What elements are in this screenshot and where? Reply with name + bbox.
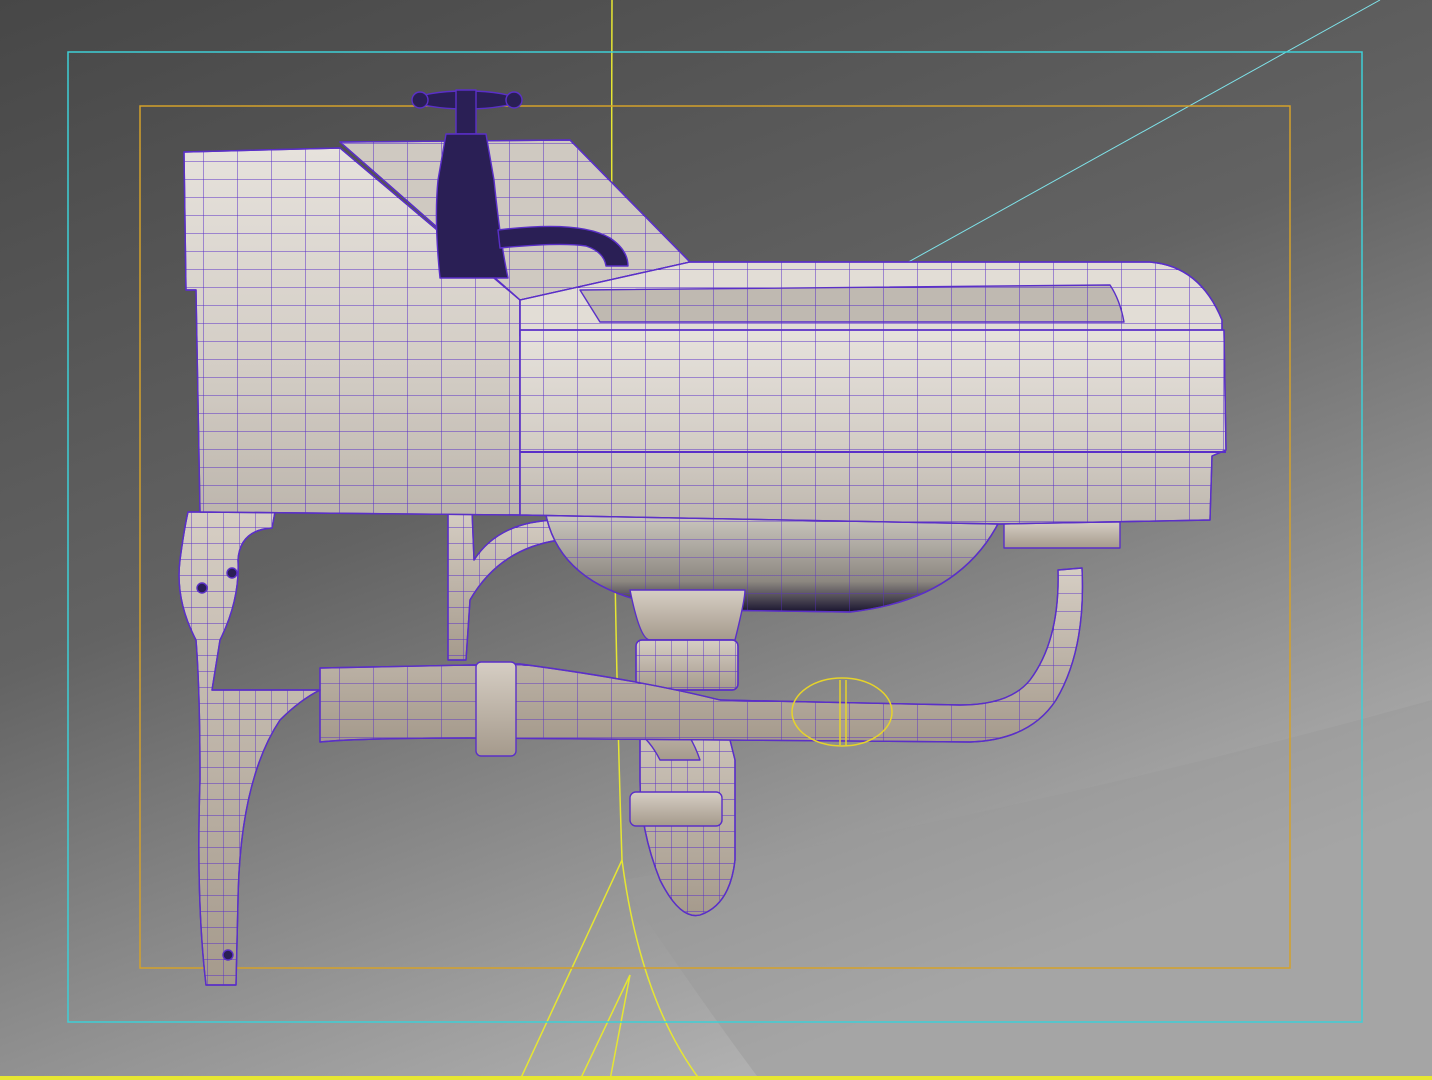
bracket-screw-hole — [196, 582, 208, 594]
p-trap-coupling[interactable] — [629, 791, 723, 827]
drain-tailpiece[interactable] — [629, 589, 746, 641]
pipe-wall-flange[interactable] — [1003, 521, 1121, 549]
viewport-canvas[interactable] — [0, 0, 1432, 1080]
bracket-screw-hole — [222, 949, 234, 961]
3d-viewport[interactable] — [0, 0, 1432, 1080]
bracket-screw-hole — [226, 567, 238, 579]
pipe-clamp[interactable] — [475, 661, 517, 757]
